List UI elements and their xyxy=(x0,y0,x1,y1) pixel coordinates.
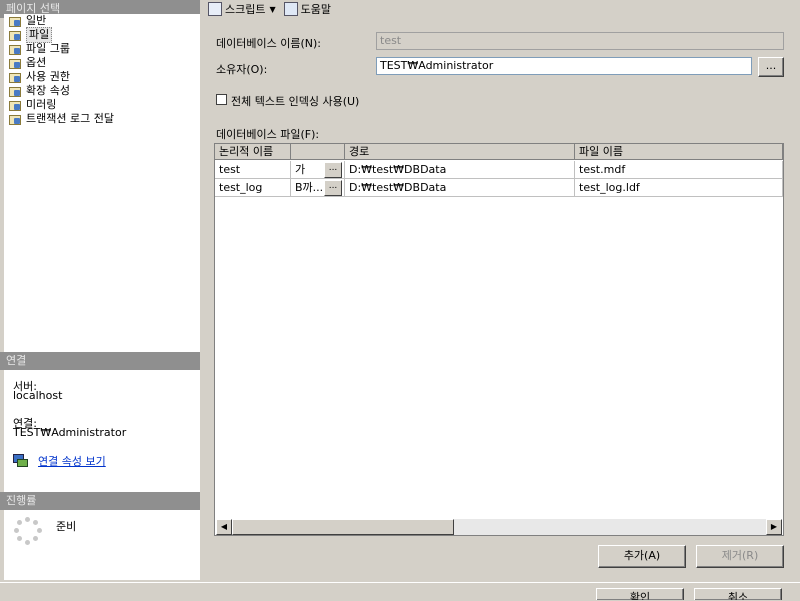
horizontal-scrollbar[interactable]: ◀ ▶ xyxy=(216,519,782,535)
db-name-label: 데이터베이스 이름(N): xyxy=(216,37,321,50)
table-row-cell-file[interactable]: test_log.ldf xyxy=(575,179,783,197)
table-row-cell-logical[interactable]: test xyxy=(215,161,291,179)
progress-spinner-icon xyxy=(14,517,42,545)
column-header-file-name[interactable]: 파일 이름 xyxy=(575,144,783,160)
page-icon xyxy=(8,43,24,55)
sidebar-item-filegroups[interactable]: 파일 그룹 xyxy=(8,42,70,56)
scrollbar-thumb[interactable] xyxy=(232,519,454,535)
db-files-label: 데이터베이스 파일(F): xyxy=(216,128,320,141)
sidebar-item-permissions[interactable]: 사용 권한 xyxy=(8,70,70,84)
help-icon xyxy=(283,2,298,16)
toolbar: 스크립트 ▼ 도움말 xyxy=(202,0,800,18)
page-list: 일반 파일 파일 그룹 옵션 사용 권한 확장 속성 미러링 트랜잭션 로그 전… xyxy=(4,14,200,352)
progress-status: 준비 xyxy=(56,520,77,533)
page-icon xyxy=(8,113,24,125)
owner-field[interactable]: TEST₩Administrator xyxy=(376,57,752,75)
script-icon xyxy=(208,2,222,16)
database-files-grid: 논리적 이름 경로 파일 이름 test 가 ... D:₩test₩DBDat… xyxy=(214,143,784,536)
db-name-field: test xyxy=(376,32,784,50)
server-value: localhost xyxy=(13,389,63,402)
connection-properties-icon xyxy=(13,454,28,467)
table-row-cell-logical[interactable]: test_log xyxy=(215,179,291,197)
autogrowth-browse-button[interactable]: ... xyxy=(324,180,342,196)
help-button[interactable]: 도움말 xyxy=(282,1,333,17)
table-row-cell-path[interactable]: D:₩test₩DBData xyxy=(345,161,575,179)
page-icon xyxy=(8,15,24,27)
page-icon xyxy=(8,99,24,111)
sidebar-item-extended-properties[interactable]: 확장 속성 xyxy=(8,84,70,98)
page-icon xyxy=(8,29,24,41)
column-header-autogrowth[interactable] xyxy=(291,144,345,160)
connection-panel: 서버: localhost 연결: TEST₩Administrator 연결 … xyxy=(4,370,200,492)
sidebar-item-log-shipping[interactable]: 트랜잭션 로그 전달 xyxy=(8,112,114,126)
owner-label: 소유자(O): xyxy=(216,63,268,76)
table-row-cell-file[interactable]: test.mdf xyxy=(575,161,783,179)
sidebar-item-mirroring[interactable]: 미러링 xyxy=(8,98,56,112)
sidebar-item-options[interactable]: 옵션 xyxy=(8,56,46,70)
autogrowth-browse-button[interactable]: ... xyxy=(324,162,342,178)
remove-button[interactable]: 제거(R) xyxy=(696,545,784,568)
progress-header: 진행률 xyxy=(0,492,200,510)
fulltext-label: 전체 텍스트 인덱싱 사용(U) xyxy=(231,95,360,108)
sidebar-item-files[interactable]: 파일 xyxy=(8,27,53,43)
ok-button[interactable]: 확인 xyxy=(596,588,684,600)
cancel-button[interactable]: 취소 xyxy=(694,588,782,600)
page-icon xyxy=(8,71,24,83)
fulltext-checkbox[interactable] xyxy=(216,94,227,105)
owner-browse-button[interactable]: ... xyxy=(758,57,784,77)
column-header-logical-name[interactable]: 논리적 이름 xyxy=(215,144,291,160)
scroll-right-icon[interactable]: ▶ xyxy=(766,519,782,535)
page-icon xyxy=(8,85,24,97)
sidebar-item-general[interactable]: 일반 xyxy=(8,14,46,28)
page-icon xyxy=(8,57,24,69)
add-button[interactable]: 추가(A) xyxy=(598,545,686,568)
scroll-left-icon[interactable]: ◀ xyxy=(216,519,232,535)
connection-header: 연결 xyxy=(0,352,200,370)
connection-value: TEST₩Administrator xyxy=(13,426,127,439)
table-row-cell-path[interactable]: D:₩test₩DBData xyxy=(345,179,575,197)
script-button[interactable]: 스크립트 ▼ xyxy=(206,1,278,17)
dropdown-arrow-icon: ▼ xyxy=(269,4,276,14)
view-connection-properties-link[interactable]: 연결 속성 보기 xyxy=(38,453,106,469)
column-header-path[interactable]: 경로 xyxy=(345,144,575,160)
